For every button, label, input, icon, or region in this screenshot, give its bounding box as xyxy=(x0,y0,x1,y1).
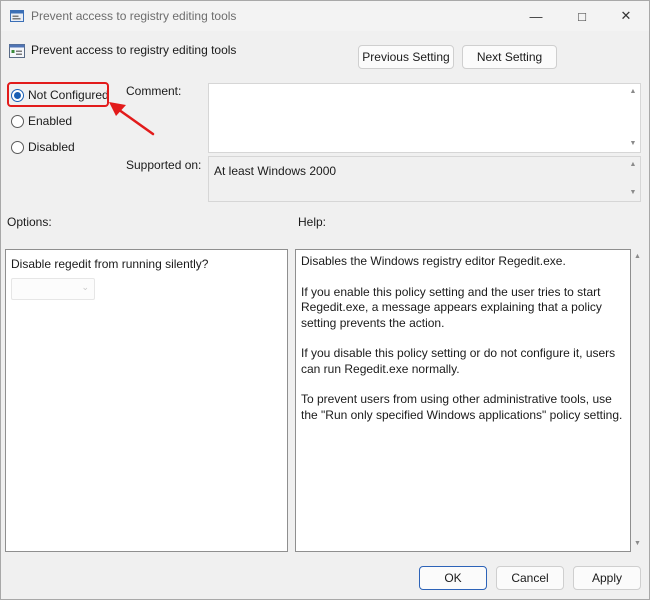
maximize-button[interactable]: □ xyxy=(559,1,605,31)
supported-on-field: At least Windows 2000 ▲ ▼ xyxy=(208,156,641,202)
help-panel: Disables the Windows registry editor Reg… xyxy=(295,249,631,552)
supported-on-value: At least Windows 2000 xyxy=(214,164,337,178)
policy-setting-icon xyxy=(9,44,25,58)
scroll-down-icon[interactable]: ▼ xyxy=(634,540,641,547)
scroll-down-icon[interactable]: ▼ xyxy=(629,140,637,148)
help-paragraph: If you disable this policy setting or do… xyxy=(301,346,616,376)
annotation-highlight-box xyxy=(7,82,109,107)
radio-enabled[interactable]: Enabled xyxy=(11,113,72,129)
regedit-silent-dropdown[interactable]: ⌄ xyxy=(11,278,95,300)
radio-button[interactable] xyxy=(11,114,24,128)
comment-textarea[interactable]: ▲ ▼ xyxy=(208,83,641,153)
radio-label-disabled: Disabled xyxy=(28,140,75,154)
help-label: Help: xyxy=(298,215,327,229)
scroll-up-icon[interactable]: ▲ xyxy=(629,161,637,169)
close-button[interactable]: ✕ xyxy=(603,1,649,31)
help-paragraph: If you enable this policy setting and th… xyxy=(301,284,602,330)
close-icon: ✕ xyxy=(620,8,632,23)
help-paragraph: To prevent users from using other admini… xyxy=(301,392,623,422)
scroll-up-icon[interactable]: ▲ xyxy=(629,88,637,96)
cancel-button[interactable]: Cancel xyxy=(496,566,564,590)
options-panel: Disable regedit from running silently? ⌄ xyxy=(5,249,288,552)
maximize-icon: □ xyxy=(578,8,586,24)
supported-on-label: Supported on: xyxy=(126,158,202,172)
previous-setting-button[interactable]: Previous Setting xyxy=(358,45,454,69)
radio-disabled[interactable]: Disabled xyxy=(11,139,75,155)
window-title: Prevent access to registry editing tools xyxy=(31,9,237,23)
group-policy-app-icon xyxy=(10,10,24,22)
chevron-down-icon: ⌄ xyxy=(81,282,89,292)
apply-button[interactable]: Apply xyxy=(573,566,641,590)
title-bar: Prevent access to registry editing tools… xyxy=(1,1,649,31)
next-setting-button[interactable]: Next Setting xyxy=(462,45,557,69)
regedit-silent-label: Disable regedit from running silently? xyxy=(11,257,209,271)
ok-button[interactable]: OK xyxy=(419,566,487,590)
help-paragraph: Disables the Windows registry editor Reg… xyxy=(301,254,566,268)
radio-label-enabled: Enabled xyxy=(28,114,73,128)
options-label: Options: xyxy=(7,215,52,229)
minimize-icon: — xyxy=(529,8,543,24)
scroll-down-icon[interactable]: ▼ xyxy=(629,189,637,197)
policy-title: Prevent access to registry editing tools xyxy=(31,43,237,57)
comment-label: Comment: xyxy=(126,84,182,98)
radio-button[interactable] xyxy=(11,140,24,154)
minimize-button[interactable]: — xyxy=(513,1,559,31)
policy-dialog-window: Prevent access to registry editing tools… xyxy=(0,0,650,600)
annotation-arrow-icon xyxy=(109,102,155,136)
scroll-up-icon[interactable]: ▲ xyxy=(634,253,641,260)
